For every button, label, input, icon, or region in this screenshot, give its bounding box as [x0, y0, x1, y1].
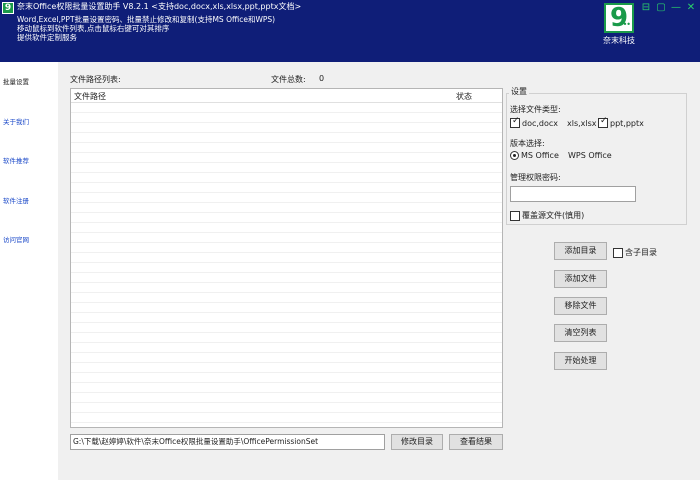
table-row [71, 313, 502, 323]
table-row [71, 343, 502, 353]
desc-line: 提供软件定制服务 [17, 33, 77, 42]
table-row [71, 363, 502, 373]
desc-line: 移动鼠标到软件列表,点击鼠标右键可对其排序 [17, 24, 170, 33]
app-description: Word,Excel,PPT批量设置密码、批量禁止修改和复制(支持MS Offi… [17, 15, 275, 42]
table-row [71, 373, 502, 383]
file-count-value: 0 [319, 74, 325, 83]
table-row [71, 143, 502, 153]
close-icon[interactable]: ✕ [686, 3, 696, 13]
table-row [71, 113, 502, 123]
checkbox-doc[interactable] [510, 116, 520, 128]
checkbox-overwrite[interactable] [510, 210, 520, 221]
include-subdir-option[interactable]: 含子目录 [613, 247, 657, 258]
title-bar: 9 奈末Office权限批量设置助手 V8.2.1 <支持doc,docx,xl… [0, 0, 700, 62]
brand-logo: 9 ••• 奈末科技 [600, 3, 638, 47]
table-row [71, 173, 502, 183]
table-row [71, 103, 502, 113]
table-row [71, 323, 502, 333]
table-row [71, 193, 502, 203]
checkbox-xls[interactable] [561, 118, 565, 128]
sidebar-item-register[interactable]: 软件注册 [3, 195, 29, 205]
app-logo-icon: 9 [2, 2, 14, 14]
add-dir-button[interactable]: 添加目录 [554, 242, 607, 260]
sidebar-item-website[interactable]: 访问官网 [3, 234, 29, 244]
table-row [71, 283, 502, 293]
table-row [71, 203, 502, 213]
table-row [71, 303, 502, 313]
maximize-icon[interactable]: ▢ [656, 3, 666, 13]
restore-icon[interactable]: ⊟ [641, 3, 651, 13]
column-header-status[interactable]: 状态 [456, 91, 472, 102]
checkbox-include-subdir[interactable] [613, 247, 623, 258]
table-row [71, 153, 502, 163]
table-row [71, 133, 502, 143]
column-header-path[interactable]: 文件路径 [74, 91, 106, 102]
table-row [71, 293, 502, 303]
minimize-icon[interactable]: — [671, 3, 681, 13]
table-row [71, 243, 502, 253]
table-row [71, 413, 502, 423]
filetype-doc-label: doc,docx [522, 118, 559, 128]
overwrite-label: 覆盖源文件(慎用) [522, 211, 585, 220]
file-list-table[interactable]: 文件路径 状态 [70, 88, 503, 428]
table-row [71, 213, 502, 223]
checkbox-ppt[interactable] [598, 116, 608, 128]
table-body [71, 103, 502, 423]
sidebar: 批量设置 关于我们 软件推荐 软件注册 访问官网 [0, 62, 58, 480]
radio-ms-office[interactable] [510, 151, 519, 160]
password-input[interactable] [510, 186, 636, 202]
table-row [71, 393, 502, 403]
clear-list-button[interactable]: 清空列表 [554, 324, 607, 342]
file-types-label: 选择文件类型: [510, 105, 561, 114]
sidebar-item-about[interactable]: 关于我们 [3, 116, 29, 126]
table-row [71, 403, 502, 413]
file-list-label: 文件路径列表: [70, 75, 121, 84]
version-wps-label: WPS Office [568, 151, 612, 160]
window-controls: ⊟ ▢ — ✕ [641, 3, 696, 13]
filetype-ppt-label: ppt,pptx [610, 118, 644, 128]
brand-name: 奈末科技 [603, 36, 635, 45]
overwrite-option[interactable]: 覆盖源文件(慎用) [510, 210, 584, 221]
filetype-doc-option[interactable]: doc,docx [510, 116, 559, 128]
version-label: 版本选择: [510, 139, 545, 148]
modify-dir-button[interactable]: 修改目录 [391, 434, 443, 450]
table-header: 文件路径 状态 [71, 89, 502, 103]
include-subdir-label: 含子目录 [625, 248, 657, 257]
table-row [71, 333, 502, 343]
table-row [71, 123, 502, 133]
desc-line: Word,Excel,PPT批量设置密码、批量禁止修改和复制(支持MS Offi… [17, 15, 276, 24]
remove-file-button[interactable]: 移除文件 [554, 297, 607, 315]
filetype-ppt-option[interactable]: ppt,pptx [598, 116, 644, 128]
radio-wps-office[interactable] [562, 151, 566, 160]
table-row [71, 223, 502, 233]
table-row [71, 273, 502, 283]
sidebar-item-recommend[interactable]: 软件推荐 [3, 155, 29, 165]
table-row [71, 383, 502, 393]
table-row [71, 353, 502, 363]
table-row [71, 253, 502, 263]
filetype-xls-label: xls,xlsx [567, 118, 597, 128]
version-ms-option[interactable]: MS Office [510, 151, 559, 160]
sidebar-item-batch-settings[interactable]: 批量设置 [3, 76, 29, 86]
table-row [71, 163, 502, 173]
table-row [71, 233, 502, 243]
start-button[interactable]: 开始处理 [554, 352, 607, 370]
settings-title: 设置 [509, 86, 529, 97]
version-wps-option[interactable]: WPS Office [562, 151, 612, 160]
output-path-field[interactable]: G:\下载\赵婷婷\软件\奈末Office权限批量设置助手\OfficePerm… [70, 434, 385, 450]
table-row [71, 263, 502, 273]
password-label: 管理权限密码: [510, 173, 561, 182]
filetype-xls-option[interactable]: xls,xlsx [561, 118, 597, 128]
version-ms-label: MS Office [521, 151, 559, 160]
view-result-button[interactable]: 查看结果 [449, 434, 503, 450]
window-title: 奈末Office权限批量设置助手 V8.2.1 <支持doc,docx,xls,… [17, 2, 302, 11]
add-file-button[interactable]: 添加文件 [554, 270, 607, 288]
file-count-label: 文件总数: [271, 75, 306, 84]
table-row [71, 183, 502, 193]
brand-logo-icon: 9 ••• [604, 3, 634, 33]
